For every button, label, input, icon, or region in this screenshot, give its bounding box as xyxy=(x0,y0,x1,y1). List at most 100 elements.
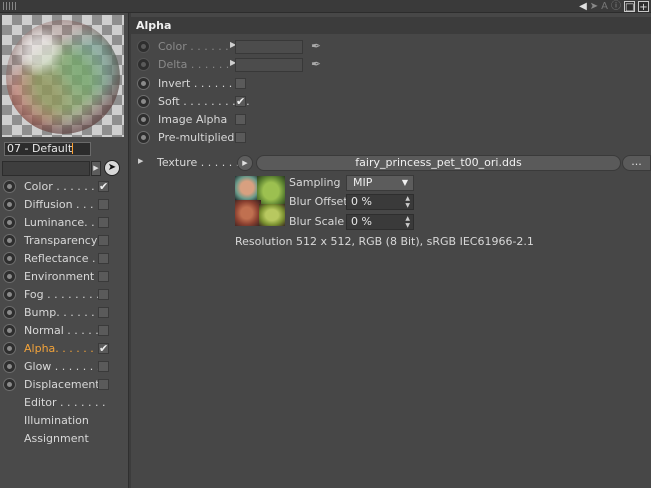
sampling-dropdown[interactable]: MIP ▼ xyxy=(346,175,414,191)
new-window-icon[interactable]: + xyxy=(638,0,649,13)
channel-anim-toggle[interactable] xyxy=(3,216,16,229)
premultiplied-checkbox[interactable] xyxy=(235,132,246,143)
chevron-down-icon: ▼ xyxy=(401,178,408,187)
texture-menu-button[interactable]: ▶ xyxy=(237,155,253,171)
channel-anim-toggle[interactable] xyxy=(3,378,16,391)
resolution-info: Resolution 512 x 512, RGB (8 Bit), sRGB … xyxy=(235,235,534,248)
material-name-input[interactable]: 07 - Default xyxy=(4,142,91,156)
image-alpha-anim-toggle[interactable] xyxy=(137,113,150,126)
material-sidebar: 07 - Default ▶ ➤ Color . . . . . . . ✔ Dif… xyxy=(0,13,128,488)
material-preview[interactable] xyxy=(2,15,124,137)
channel-label: Illumination xyxy=(24,414,89,427)
channel-label: Luminance. . . . xyxy=(24,216,109,229)
channel-anim-toggle[interactable] xyxy=(3,342,16,355)
channel-checkbox[interactable] xyxy=(98,235,109,246)
text-icon[interactable]: A xyxy=(601,1,608,12)
channel-item[interactable]: Transparency xyxy=(0,232,128,250)
channel-item[interactable]: Diffusion . . . . xyxy=(0,196,128,214)
delta-swatch[interactable] xyxy=(235,58,303,72)
color-swatch[interactable] xyxy=(235,40,303,54)
channel-checkbox[interactable] xyxy=(98,379,109,390)
spinner-icon[interactable]: ▲ ▼ xyxy=(405,195,410,209)
texture-file-button[interactable]: fairy_princess_pet_t00_ori.dds xyxy=(256,155,621,171)
channel-item[interactable]: Environment xyxy=(0,268,128,286)
pick-cursor-icon[interactable]: ➤ xyxy=(104,160,120,176)
blur-scale-value: 0 % xyxy=(351,215,372,228)
texture-thumbnail[interactable] xyxy=(235,176,285,226)
color-row: Color . . . . . . ▶ ✒ xyxy=(131,38,651,56)
channel-item[interactable]: Fog . . . . . . . . xyxy=(0,286,128,304)
invert-label: Invert . . . . . . . . xyxy=(158,77,247,90)
channel-item[interactable]: Assignment xyxy=(0,430,128,448)
channel-checkbox[interactable] xyxy=(98,217,109,228)
thumb-part xyxy=(235,176,259,202)
channel-anim-toggle[interactable] xyxy=(3,180,16,193)
channel-item[interactable]: Displacement xyxy=(0,376,128,394)
top-bar-icons: ◀ ➤ A ⓘ □ + xyxy=(579,0,649,13)
channel-checkbox[interactable] xyxy=(98,253,109,264)
channel-anim-toggle[interactable] xyxy=(3,288,16,301)
channel-item[interactable]: Editor . . . . . . . xyxy=(0,394,128,412)
soft-checkbox[interactable]: ✔ xyxy=(235,96,246,107)
delta-label: Delta . . . . . . xyxy=(158,58,230,71)
color-anim-toggle[interactable] xyxy=(137,40,150,53)
channel-anim-toggle[interactable] xyxy=(3,324,16,337)
channel-checkbox[interactable] xyxy=(98,325,109,336)
channel-anim-toggle[interactable] xyxy=(3,360,16,373)
cursor-arrow-icon[interactable]: ➤ xyxy=(590,1,598,12)
material-path-field[interactable] xyxy=(2,161,90,176)
blur-scale-row: Blur Scale 0 % ▲ ▼ xyxy=(289,213,569,231)
invert-anim-toggle[interactable] xyxy=(137,77,150,90)
texture-row: ▶ Texture . . . . . . ▶ fairy_princess_p… xyxy=(131,154,651,172)
delta-anim-toggle[interactable] xyxy=(137,58,150,71)
premultiplied-anim-toggle[interactable] xyxy=(137,131,150,144)
attributes-panel: Alpha Color . . . . . . ▶ ✒ Delta . . . … xyxy=(131,13,651,488)
channel-checkbox[interactable] xyxy=(98,361,109,372)
blur-scale-input[interactable]: 0 % ▲ ▼ xyxy=(346,214,414,230)
channel-checkbox[interactable]: ✔ xyxy=(98,343,109,354)
back-arrow-icon[interactable]: ◀ xyxy=(579,1,587,12)
channel-anim-toggle[interactable] xyxy=(3,198,16,211)
channel-anim-toggle[interactable] xyxy=(3,306,16,319)
channel-label: Environment xyxy=(24,270,95,283)
channel-label: Displacement xyxy=(24,378,100,391)
invert-checkbox[interactable] xyxy=(235,78,246,89)
channel-checkbox[interactable] xyxy=(98,199,109,210)
channel-checkbox[interactable]: ✔ xyxy=(98,181,109,192)
channel-label: Assignment xyxy=(24,432,89,445)
thumb-part xyxy=(257,176,285,206)
lock-icon[interactable]: □ xyxy=(624,0,635,13)
channel-checkbox[interactable] xyxy=(98,307,109,318)
channel-item[interactable]: Illumination xyxy=(0,412,128,430)
premultiplied-row: Pre-multiplied xyxy=(131,129,651,147)
image-alpha-checkbox[interactable] xyxy=(235,114,246,125)
eyedropper-icon[interactable]: ✒ xyxy=(311,57,321,71)
blur-offset-row: Blur Offset 0 % ▲ ▼ xyxy=(289,193,569,211)
channel-item[interactable]: Glow . . . . . . . . xyxy=(0,358,128,376)
eyedropper-icon[interactable]: ✒ xyxy=(311,39,321,53)
channel-item[interactable]: Normal . . . . . . xyxy=(0,322,128,340)
texture-expand-icon[interactable]: ▶ xyxy=(138,157,143,165)
channel-checkbox[interactable] xyxy=(98,289,109,300)
channel-item[interactable]: Color . . . . . . . ✔ xyxy=(0,178,128,196)
grip-handle-icon[interactable] xyxy=(3,2,17,10)
soft-row: Soft . . . . . . . . . . ✔ xyxy=(131,93,651,111)
texture-browse-button[interactable]: ... xyxy=(622,155,651,171)
channel-anim-toggle[interactable] xyxy=(3,270,16,283)
channel-item[interactable]: Luminance. . . . xyxy=(0,214,128,232)
top-bar: ◀ ➤ A ⓘ □ + xyxy=(0,0,651,13)
channel-label: Normal . . . . . . xyxy=(24,324,106,337)
channel-item[interactable]: Alpha. . . . . . . . ✔ xyxy=(0,340,128,358)
blur-offset-input[interactable]: 0 % ▲ ▼ xyxy=(346,194,414,210)
delta-row: Delta . . . . . . ▶ ✒ xyxy=(131,56,651,74)
panel-title: Alpha xyxy=(131,17,651,34)
channel-checkbox[interactable] xyxy=(98,271,109,282)
soft-anim-toggle[interactable] xyxy=(137,95,150,108)
info-icon[interactable]: ⓘ xyxy=(611,1,621,12)
spinner-icon[interactable]: ▲ ▼ xyxy=(405,215,410,229)
channel-item[interactable]: Reflectance . . . xyxy=(0,250,128,268)
channel-anim-toggle[interactable] xyxy=(3,234,16,247)
channel-anim-toggle[interactable] xyxy=(3,252,16,265)
path-arrow-button[interactable]: ▶ xyxy=(91,161,101,176)
channel-item[interactable]: Bump. . . . . . . xyxy=(0,304,128,322)
